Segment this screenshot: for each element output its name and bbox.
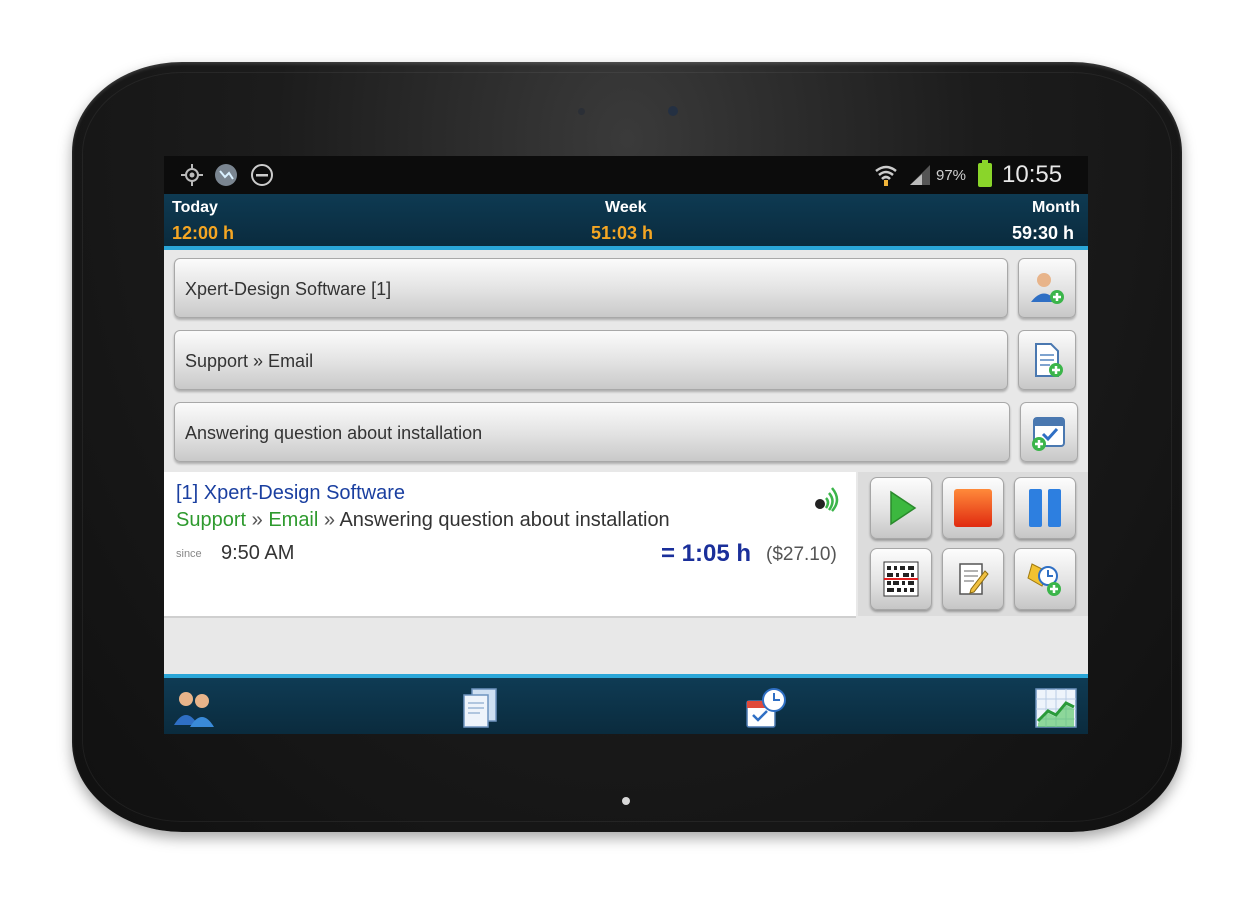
add-client-button[interactable]	[1018, 258, 1076, 318]
home-indicator	[622, 797, 630, 805]
clients-icon	[174, 692, 214, 727]
month-label: Month	[1032, 199, 1080, 216]
timer-controls	[858, 472, 1088, 616]
calendar-add-icon	[1032, 417, 1065, 451]
entry-separator: »	[246, 509, 269, 531]
pause-button[interactable]	[1014, 477, 1076, 539]
start-button[interactable]	[870, 477, 932, 539]
edit-note-icon	[959, 563, 989, 595]
entry-task: Email	[268, 509, 319, 531]
edit-note-button[interactable]	[942, 548, 1004, 610]
documents-icon	[463, 688, 497, 728]
battery-percent: 97%	[936, 167, 967, 184]
add-document-icon	[1035, 343, 1063, 377]
recording-signal-icon	[815, 487, 839, 512]
description-selector[interactable]: Answering question about installation	[174, 402, 1010, 462]
entry-path: Support » Email » Answering question abo…	[176, 509, 670, 532]
sensor	[578, 108, 585, 115]
play-icon	[890, 490, 917, 526]
today-label: Today	[172, 199, 218, 216]
documents-nav-button[interactable]	[458, 687, 502, 729]
scan-barcode-button[interactable]	[870, 548, 932, 610]
pause-icon	[1029, 489, 1061, 527]
statistics-chart-icon	[1035, 688, 1077, 728]
since-label: since	[176, 548, 202, 560]
add-entry-button[interactable]	[1020, 402, 1078, 462]
month-total: 59:30 h	[1012, 223, 1075, 243]
entry-client-name: [1] Xpert-Design Software	[176, 482, 405, 504]
clock: 10:55	[1002, 161, 1063, 188]
sync-icon	[215, 164, 237, 186]
do-not-disturb-icon	[251, 164, 273, 186]
app-screen: 97% 10:55 Today 12:00 h Week 51:03 h Mon…	[164, 156, 1088, 734]
stop-icon	[954, 489, 992, 527]
active-time-entry[interactable]: [1] Xpert-Design Software Support » Emai…	[164, 472, 856, 618]
entry-separator: »	[318, 509, 340, 531]
entry-list-area	[164, 618, 1088, 673]
entry-cost: ($27.10)	[766, 544, 837, 565]
calendar-clock-icon	[746, 688, 786, 728]
week-label: Week	[605, 199, 647, 216]
alarm-bell-add-icon	[1027, 563, 1061, 596]
bottom-navigation	[164, 674, 1088, 734]
stop-button[interactable]	[942, 477, 1004, 539]
today-total: 12:00 h	[172, 223, 235, 243]
wifi-icon	[875, 165, 897, 186]
signal-icon	[910, 165, 930, 185]
since-time: 9:50 AM	[221, 542, 295, 564]
statistics-nav-button[interactable]	[1034, 687, 1078, 729]
add-user-icon	[1031, 273, 1064, 304]
gps-icon	[181, 164, 203, 186]
qr-code-icon	[883, 561, 919, 597]
clients-nav-button[interactable]	[172, 687, 216, 729]
add-task-button[interactable]	[1018, 330, 1076, 390]
calendar-nav-button[interactable]	[744, 687, 788, 729]
front-camera	[668, 106, 678, 116]
week-total: 51:03 h	[591, 223, 654, 243]
status-bar: 97% 10:55	[164, 156, 1088, 194]
battery-icon	[978, 160, 992, 187]
add-reminder-button[interactable]	[1014, 548, 1076, 610]
time-summary-header: Today 12:00 h Week 51:03 h Month 59:30 h	[164, 194, 1088, 250]
entry-duration: = 1:05 h	[661, 540, 752, 567]
task-selector[interactable]: Support » Email	[174, 330, 1008, 390]
entry-description: Answering question about installation	[339, 509, 670, 531]
entry-category: Support	[176, 509, 247, 531]
client-selector[interactable]: Xpert-Design Software [1]	[174, 258, 1008, 318]
